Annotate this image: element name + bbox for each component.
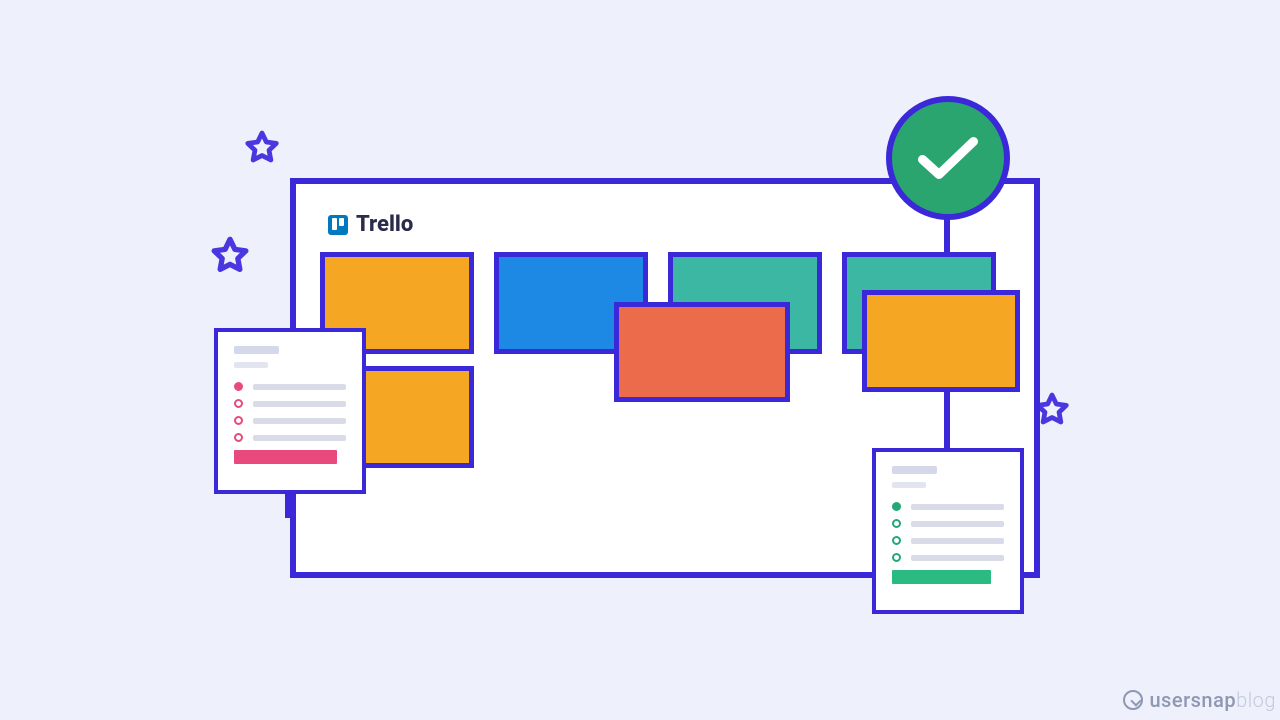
checklist-item [892,502,1004,511]
usersnap-logo-icon [1123,690,1143,710]
board-card-floating [614,302,790,402]
app-title: Trello [356,212,413,237]
board-card-orange-front [862,290,1020,392]
checklist-item [892,536,1004,545]
connector-line [944,216,950,254]
progress-bar [234,450,337,464]
text-placeholder [253,384,346,390]
bullet-outline-icon [234,399,243,408]
text-placeholder [911,538,1004,544]
bullet-outline-icon [892,519,901,528]
success-check-icon [886,96,1010,220]
bullet-outline-icon [892,536,901,545]
progress-bar [892,570,991,584]
text-placeholder [911,521,1004,527]
bullet-filled-icon [892,502,901,511]
watermark-brand: usersnap [1149,688,1236,712]
bullet-outline-icon [234,433,243,442]
checklist-item [234,433,346,442]
bullet-outline-icon [234,416,243,425]
watermark-suffix: blog [1236,688,1276,712]
mini-subheading-placeholder [892,482,926,488]
text-placeholder [253,435,346,441]
watermark: usersnapblog [1123,688,1276,712]
connector-line [944,390,950,454]
checklist-item [234,399,346,408]
text-placeholder [253,418,346,424]
star-icon [244,130,280,166]
illustration-stage: Trello [0,0,1280,720]
star-icon [210,236,250,276]
trello-icon [328,215,348,235]
mini-subheading-placeholder [234,362,268,368]
checklist-card-green [872,448,1024,614]
bullet-filled-icon [234,382,243,391]
checklist-item [892,519,1004,528]
mini-heading-placeholder [892,466,937,474]
mini-heading-placeholder [234,346,279,354]
text-placeholder [911,504,1004,510]
checklist-card-pink [214,328,366,494]
board-header: Trello [328,212,413,237]
checklist-item [892,553,1004,562]
checklist-item [234,416,346,425]
bullet-outline-icon [892,553,901,562]
text-placeholder [911,555,1004,561]
text-placeholder [253,401,346,407]
checklist-item [234,382,346,391]
